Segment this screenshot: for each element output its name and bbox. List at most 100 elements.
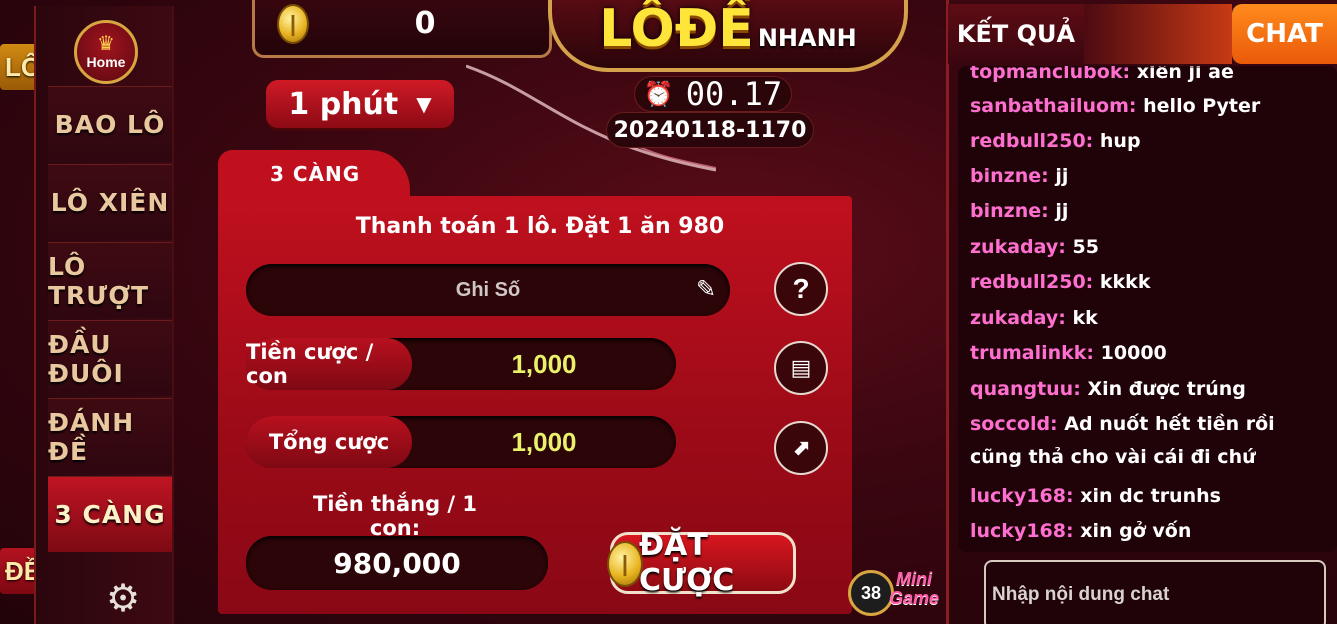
chat-user: trumalinkk: bbox=[970, 342, 1095, 364]
game-logo: LÔĐỀ NHANH bbox=[548, 0, 908, 72]
menu-item-lo-xien[interactable]: LÔ XIÊN bbox=[48, 164, 172, 240]
chevron-down-icon: ▼ bbox=[416, 92, 432, 116]
tab-bar bbox=[1084, 4, 1232, 64]
list-item: zukaday: kk bbox=[970, 302, 1300, 335]
question-icon: ? bbox=[792, 273, 810, 304]
place-bet-label: ĐẶT CƯỢC bbox=[639, 528, 735, 598]
payout-info: Thanh toán 1 lô. Đặt 1 ăn 980 bbox=[355, 214, 725, 239]
bet-type-menu: ♛ Home BAO LÔ LÔ XIÊN LÔ TRƯỢT ĐẦU ĐUÔI … bbox=[34, 6, 174, 624]
place-bet-button[interactable]: | ĐẶT CƯỢC bbox=[607, 528, 796, 598]
balance-box: | 0 bbox=[252, 0, 552, 58]
round-duration-select[interactable]: 1 phút ▼ bbox=[266, 80, 454, 128]
coin-icon: | bbox=[277, 4, 309, 44]
tab-result[interactable]: KẾT QUẢ bbox=[948, 4, 1084, 64]
chat-user: soccold: bbox=[970, 413, 1058, 435]
chat-user: lucky168: bbox=[970, 485, 1074, 507]
chat-user: binzne: bbox=[970, 200, 1049, 222]
chat-text: kkkk bbox=[1099, 271, 1151, 293]
win-label: Tiền thắng / 1 con: bbox=[312, 492, 478, 540]
chat-user: topmanclubok: bbox=[970, 66, 1131, 83]
chat-user: redbull250: bbox=[970, 271, 1094, 293]
list-item: topmanclubok: xiên ji ae bbox=[970, 66, 1300, 89]
chat-input[interactable]: Nhập nội dung chat bbox=[984, 560, 1326, 624]
edit-note-icon[interactable]: ✎ bbox=[690, 274, 722, 306]
menu-item-lo-truot[interactable]: LÔ TRƯỢT bbox=[48, 242, 172, 318]
total-label: Tổng cược bbox=[246, 416, 412, 468]
menu-item-label: LÔ TRƯỢT bbox=[48, 251, 150, 310]
logo-main-text: LÔĐỀ bbox=[599, 0, 754, 59]
chat-text: xin gở vốn bbox=[1080, 520, 1192, 542]
chat-user: binzne: bbox=[970, 165, 1049, 187]
chat-user: zukaday: bbox=[970, 307, 1066, 329]
chat-text: xin dc trunhs bbox=[1080, 485, 1221, 507]
alarm-clock-icon: ⏰ bbox=[643, 80, 674, 108]
chat-text: xiên ji ae bbox=[1136, 66, 1234, 83]
menu-item-dau-duoi[interactable]: ĐẦU ĐUÔI bbox=[48, 320, 172, 396]
chat-user: lucky168: bbox=[970, 520, 1074, 542]
list-item: soccold: Ad nuốt hết tiền rồi cũng thả c… bbox=[970, 408, 1300, 474]
chat-text: 55 bbox=[1072, 236, 1099, 258]
menu-item-3-cang[interactable]: 3 CÀNG bbox=[48, 476, 172, 552]
menu-item-label: 3 CÀNG bbox=[54, 500, 166, 529]
mini-game-count: 38 bbox=[860, 582, 882, 603]
round-duration-value: 1 phút bbox=[288, 86, 399, 122]
list-item: binzne: jj bbox=[970, 195, 1300, 228]
help-button[interactable]: ? bbox=[774, 262, 828, 316]
logo-sub-text: NHANH bbox=[757, 24, 857, 52]
total-value: 1,000 bbox=[511, 426, 577, 457]
list-item: sanbathailuom: hello Pyter bbox=[970, 90, 1300, 123]
list-item: zukaday: 55 bbox=[970, 231, 1300, 264]
chat-text: hello Pyter bbox=[1143, 95, 1261, 117]
menu-item-label: ĐÁNH ĐỀ bbox=[48, 407, 135, 466]
number-input[interactable]: Ghi Số ✎ bbox=[246, 264, 730, 316]
bet-history-button[interactable]: ▤ bbox=[774, 341, 828, 395]
list-item: redbull250: hup bbox=[970, 125, 1300, 158]
stake-value[interactable]: 1,000 bbox=[412, 338, 676, 390]
list-item: binzne: jj bbox=[970, 160, 1300, 193]
chart-document-icon: ⬈ bbox=[791, 435, 811, 460]
receipt-icon: ▤ bbox=[790, 355, 812, 380]
menu-item-label: ĐẦU ĐUÔI bbox=[48, 329, 124, 388]
chat-text: jj bbox=[1055, 200, 1069, 222]
chat-text: jj bbox=[1055, 165, 1069, 187]
list-item: trumalinkk: 10000 bbox=[970, 337, 1300, 370]
chat-user: zukaday: bbox=[970, 236, 1066, 258]
chat-user: redbull250: bbox=[970, 130, 1094, 152]
mini-game-text-line1: Mini bbox=[896, 569, 932, 589]
tab-result-label: KẾT QUẢ bbox=[956, 20, 1076, 48]
stats-button[interactable]: ⬈ bbox=[774, 421, 828, 475]
home-label: Home bbox=[86, 54, 126, 70]
balance-amount: 0 bbox=[414, 6, 436, 41]
stake-field[interactable]: Tiền cược / con 1,000 bbox=[246, 338, 676, 390]
menu-item-danh-de[interactable]: ĐÁNH ĐỀ bbox=[48, 398, 172, 474]
menu-item-label: LÔ XIÊN bbox=[50, 188, 170, 217]
chat-text: Xin được trúng bbox=[1087, 378, 1246, 400]
coin-icon: | bbox=[607, 541, 643, 587]
chat-text: kk bbox=[1072, 307, 1098, 329]
chat-text: 10000 bbox=[1100, 342, 1167, 364]
tab-chat[interactable]: CHAT bbox=[1232, 4, 1337, 64]
chat-user: quangtuu: bbox=[970, 378, 1081, 400]
mini-game-text-line2: Game bbox=[888, 588, 940, 608]
chat-user: sanbathailuom: bbox=[970, 95, 1137, 117]
panel-tab-title: 3 CÀNG bbox=[270, 162, 361, 186]
total-field: Tổng cược 1,000 bbox=[246, 416, 676, 468]
chat-text: hup bbox=[1099, 130, 1141, 152]
list-item: lucky168: xin dc trunhs bbox=[970, 480, 1300, 513]
menu-item-bao-lo[interactable]: BAO LÔ bbox=[48, 86, 172, 162]
mini-game-button[interactable]: 38 Mini Game bbox=[840, 566, 942, 624]
list-item: redbull250: kkkk bbox=[970, 266, 1300, 299]
win-value-box: 980,000 bbox=[246, 536, 548, 590]
win-value: 980,000 bbox=[333, 546, 461, 580]
chat-input-placeholder: Nhập nội dung chat bbox=[992, 584, 1170, 605]
home-button[interactable]: ♛ Home bbox=[74, 20, 138, 84]
gear-icon[interactable]: ⚙ bbox=[102, 578, 144, 620]
mini-game-text: Mini Game bbox=[888, 570, 940, 608]
chat-message-list[interactable]: topmanclubok: xiên ji ae sanbathailuom: … bbox=[958, 66, 1337, 552]
list-item: lucky168: xin gở vốn bbox=[970, 515, 1300, 548]
round-id-value: 20240118-1170 bbox=[613, 117, 807, 143]
countdown-value: 00.17 bbox=[685, 75, 783, 113]
tab-chat-label: CHAT bbox=[1246, 19, 1323, 49]
number-input-placeholder: Ghi Số bbox=[455, 278, 521, 301]
crown-icon: ♛ bbox=[97, 33, 115, 55]
